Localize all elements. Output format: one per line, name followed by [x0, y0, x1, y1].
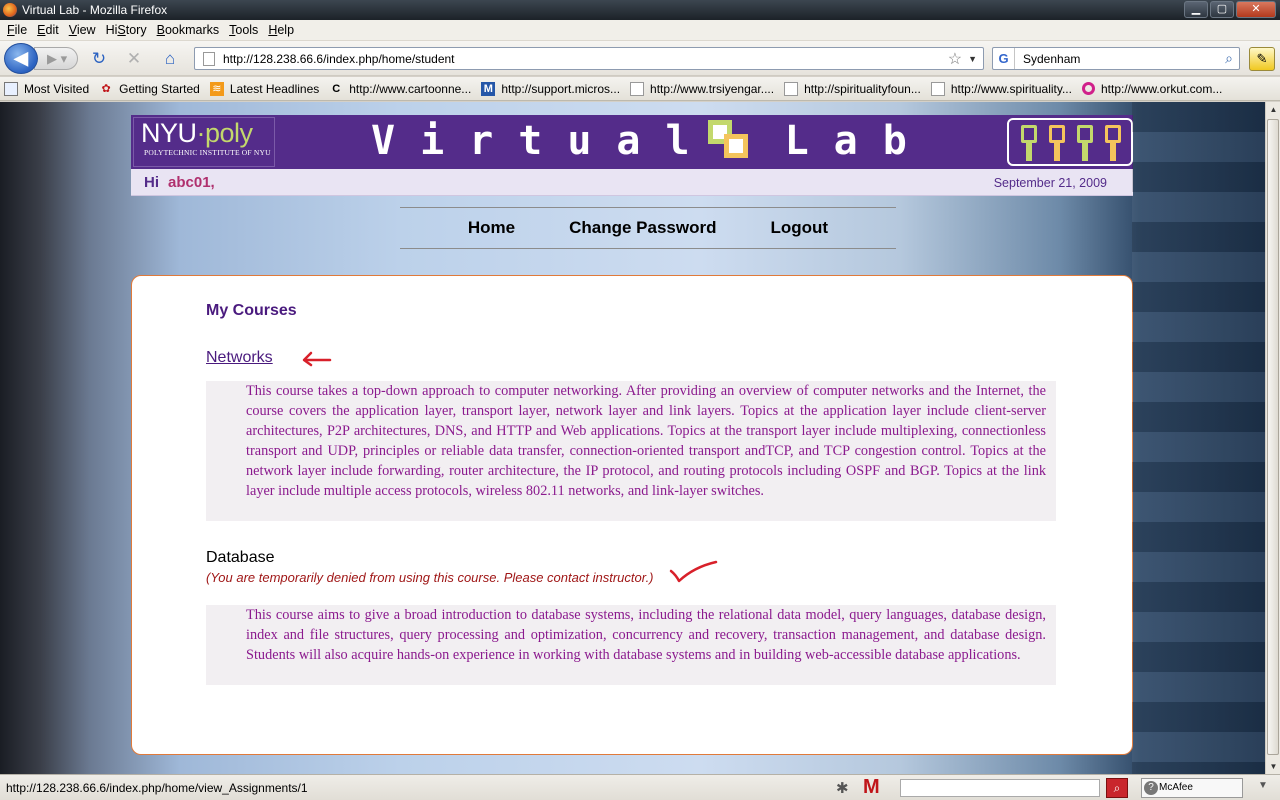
window-titlebar: Virtual Lab - Mozilla Firefox ▁ ▢ ✕: [0, 0, 1280, 20]
window-controls: ▁ ▢ ✕: [1184, 1, 1276, 18]
site-header-banner: NYU·poly POLYTECHNIC INSTITUTE OF NYU Vi…: [131, 115, 1133, 169]
course-description-networks: This course takes a top-down approach to…: [206, 381, 1056, 521]
search-bar[interactable]: G Sydenham ⌕: [992, 47, 1240, 70]
vertical-scrollbar[interactable]: ▲ ▼: [1265, 102, 1280, 774]
firefox-icon: ✿: [101, 82, 111, 95]
navigation-toolbar: ▶ ▾ ◀ ↻ ✕ ⌂ http://128.238.66.6/index.ph…: [0, 41, 1280, 76]
course-description-database: This course aims to give a broad introdu…: [206, 605, 1056, 685]
url-dropdown-icon[interactable]: ▼: [968, 54, 977, 64]
course-title-database: Database: [206, 549, 275, 566]
red-arrow-annotation-icon: [302, 351, 332, 367]
window-title: Virtual Lab - Mozilla Firefox: [22, 3, 168, 17]
status-bar: http://128.238.66.6/index.php/home/view_…: [0, 774, 1280, 800]
page-icon: [630, 81, 645, 96]
page-content: NYU·poly POLYTECHNIC INSTITUTE OF NYU Vi…: [0, 102, 1265, 774]
mcafee-siteadvisor-button[interactable]: ?McAfee SiteAdvisor: [1141, 778, 1243, 798]
bookmark-star-icon[interactable]: ☆: [948, 49, 962, 69]
bookmark-trsiyengar[interactable]: http://www.trsiyengar....: [630, 81, 774, 96]
url-bar[interactable]: http://128.238.66.6/index.php/home/stude…: [194, 47, 984, 70]
nyu-poly-logo[interactable]: NYU·poly POLYTECHNIC INSTITUTE OF NYU: [133, 117, 275, 167]
search-icon[interactable]: ⌕: [1225, 50, 1233, 67]
bookmark-spiritualityfoundation[interactable]: http://spiritualityfoun...: [784, 81, 921, 96]
reload-icon[interactable]: ↻: [89, 49, 109, 69]
menu-bar: File Edit View HiStory Bookmarks Tools H…: [0, 20, 1280, 41]
bookmark-support-microsoft[interactable]: Mhttp://support.micros...: [481, 81, 620, 96]
bookmark-most-visited[interactable]: Most Visited: [4, 81, 89, 96]
page-icon: [930, 81, 945, 96]
bookmarks-toolbar: Most Visited ✿ Getting Started ≋ Latest He…: [0, 77, 1280, 101]
plug-icon: [1019, 125, 1039, 161]
menu-history[interactable]: HiStory: [101, 23, 152, 37]
plug-icons: [1007, 118, 1133, 166]
page-icon: [784, 81, 799, 96]
status-url: http://128.238.66.6/index.php/home/view_…: [6, 781, 308, 795]
gear-icon[interactable]: ✱: [836, 779, 849, 797]
rss-icon: ≋: [209, 81, 224, 96]
nav-change-password-link[interactable]: Change Password: [569, 218, 716, 238]
scrollbar-thumb[interactable]: [1267, 119, 1279, 755]
greeting-bar: Hi abc01, September 21, 2009: [131, 169, 1133, 196]
bookmark-orkut[interactable]: http://www.orkut.com...: [1081, 82, 1222, 96]
close-button[interactable]: ✕: [1236, 1, 1276, 18]
course-denied-notice: (You are temporarily denied from using t…: [206, 570, 654, 585]
google-search-engine-icon[interactable]: G: [993, 48, 1015, 69]
back-button[interactable]: ◀: [4, 43, 38, 74]
url-text[interactable]: http://128.238.66.6/index.php/home/stude…: [223, 52, 948, 66]
bookmark-getting-started[interactable]: ✿ Getting Started: [99, 82, 200, 96]
username: abc01,: [168, 174, 215, 191]
virtual-lab-squares-icon: [708, 120, 750, 160]
scroll-down-icon[interactable]: ▼: [1266, 759, 1280, 774]
greeting-text: Hi: [144, 174, 159, 191]
search-input[interactable]: Sydenham: [1023, 52, 1225, 66]
maximize-button[interactable]: ▢: [1210, 1, 1234, 18]
page-icon: [203, 51, 215, 66]
question-icon: ?: [1144, 781, 1158, 795]
menu-bookmarks[interactable]: Bookmarks: [152, 23, 225, 37]
plug-icon: [1075, 125, 1095, 161]
stop-icon[interactable]: ✕: [124, 49, 144, 69]
bookmark-latest-headlines[interactable]: ≋ Latest Headlines: [209, 81, 319, 96]
menu-view[interactable]: View: [64, 23, 101, 37]
minimize-button[interactable]: ▁: [1184, 1, 1208, 18]
course-link-networks[interactable]: Networks: [206, 349, 273, 367]
main-navigation: Home Change Password Logout: [400, 207, 896, 249]
current-date: September 21, 2009: [993, 176, 1107, 190]
menu-tools[interactable]: Tools: [224, 23, 263, 37]
nav-home-link[interactable]: Home: [468, 218, 515, 238]
msdn-icon: M: [481, 81, 496, 96]
nav-logout-link[interactable]: Logout: [771, 218, 829, 238]
orkut-icon: [1081, 82, 1095, 95]
scroll-up-icon[interactable]: ▲: [1266, 102, 1280, 117]
menu-edit[interactable]: Edit: [32, 23, 64, 37]
firefox-icon: [3, 3, 17, 17]
cn-icon: C: [332, 82, 341, 95]
bookmark-cartoon-network[interactable]: Chttp://www.cartoonne...: [329, 82, 471, 96]
virtual-lab-title: Virtual Lab: [371, 118, 932, 164]
forward-button[interactable]: ▶ ▾: [34, 47, 78, 70]
my-courses-heading: My Courses: [206, 302, 297, 319]
courses-panel: My Courses Networks This course takes a …: [131, 275, 1133, 755]
home-icon[interactable]: ⌂: [160, 49, 180, 69]
page-icon: [4, 81, 18, 96]
red-checkmark-annotation-icon: [669, 560, 718, 583]
plug-icon: [1103, 125, 1123, 161]
pencil-icon[interactable]: ✎: [1249, 47, 1275, 71]
bookmark-spirituality[interactable]: http://www.spirituality...: [930, 81, 1072, 96]
mcafee-search-icon[interactable]: ⌕: [1106, 778, 1128, 798]
plug-icon: [1047, 125, 1067, 161]
resize-grip-icon[interactable]: ▼: [1258, 780, 1268, 791]
mcafee-search-input[interactable]: [900, 779, 1100, 797]
menu-file[interactable]: File: [2, 23, 32, 37]
mcafee-m-icon[interactable]: M: [863, 776, 880, 799]
menu-help[interactable]: Help: [263, 23, 299, 37]
